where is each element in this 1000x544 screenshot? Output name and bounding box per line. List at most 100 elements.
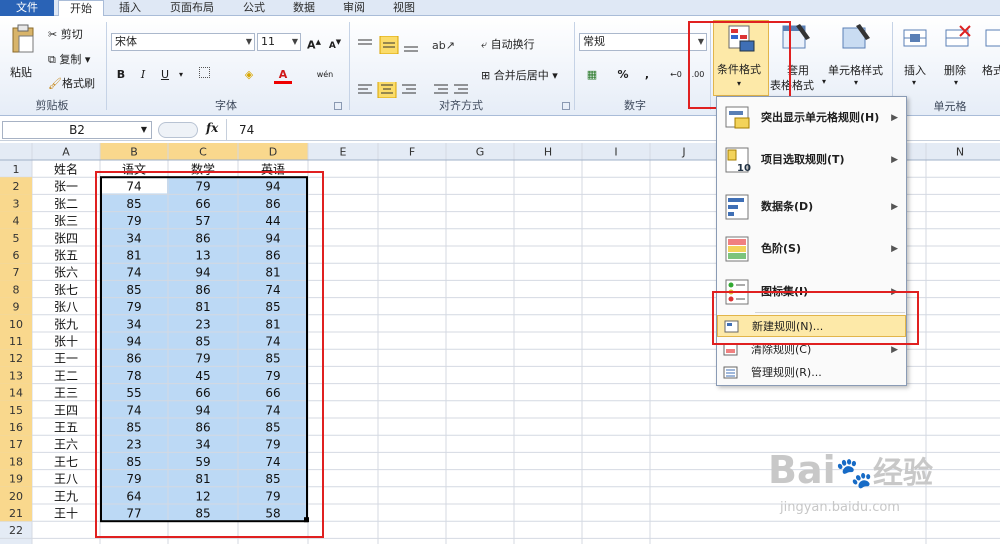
row-header[interactable]: 9 xyxy=(13,301,20,314)
fill-color-button[interactable]: ◈ xyxy=(240,66,258,84)
row-header[interactable]: 22 xyxy=(9,524,23,537)
row-header[interactable]: 4 xyxy=(13,215,20,228)
row-header[interactable]: 8 xyxy=(13,283,20,296)
cell[interactable]: 王四 xyxy=(54,403,78,417)
formula-bar-handle[interactable] xyxy=(158,122,198,138)
row-header[interactable]: 18 xyxy=(9,455,23,468)
group-label-alignment: 对齐方式 xyxy=(439,99,483,112)
row-header[interactable]: 7 xyxy=(13,266,20,279)
row-header[interactable]: 16 xyxy=(9,421,23,434)
row-header[interactable]: 19 xyxy=(9,473,23,486)
row-header[interactable]: 21 xyxy=(9,507,23,520)
cell[interactable]: 王三 xyxy=(54,386,78,400)
cell[interactable]: 王七 xyxy=(54,455,78,469)
chevron-down-icon[interactable]: ▾ xyxy=(172,66,190,84)
cell[interactable]: 张七 xyxy=(54,283,78,297)
horizontal-align-icons[interactable] xyxy=(356,82,472,98)
increase-decimal-button[interactable]: ←0 xyxy=(666,66,686,84)
column-header[interactable]: H xyxy=(544,146,552,159)
bold-button[interactable]: B xyxy=(112,66,130,84)
cell[interactable]: 王一 xyxy=(54,352,78,366)
column-header[interactable]: D xyxy=(269,146,277,159)
row-header[interactable]: 3 xyxy=(13,197,20,210)
row-header[interactable]: 17 xyxy=(9,438,23,451)
column-header[interactable]: C xyxy=(199,146,207,159)
percent-button[interactable]: % xyxy=(614,66,632,84)
format-painter-button[interactable]: 🖌格式刷 xyxy=(48,75,95,91)
cell[interactable]: 王八 xyxy=(54,472,78,486)
column-header[interactable]: G xyxy=(476,146,485,159)
tab-review[interactable]: 审阅 xyxy=(332,0,376,16)
menu-item-data-bars[interactable]: 数据条(D) ▶ xyxy=(717,188,906,226)
tab-page-layout[interactable]: 页面布局 xyxy=(160,0,224,16)
insert-cells-button[interactable]: 插入 ▾ xyxy=(898,20,934,96)
cut-button[interactable]: ✂ 剪切 xyxy=(48,26,83,42)
menu-item-color-scales[interactable]: 色阶(S) ▶ xyxy=(717,230,906,268)
merge-center-button[interactable]: ⊞ 合并后居中 ▾ xyxy=(481,67,558,83)
name-box[interactable]: B2 ▼ xyxy=(2,121,152,139)
row-header[interactable]: 5 xyxy=(13,232,20,245)
accounting-button[interactable]: ▦ xyxy=(583,66,601,84)
row-header[interactable]: 6 xyxy=(13,249,20,262)
cell[interactable]: 张二 xyxy=(54,197,78,211)
cell[interactable]: 王五 xyxy=(54,421,78,435)
borders-button[interactable] xyxy=(195,66,213,84)
dialog-launcher-icon[interactable] xyxy=(562,102,570,110)
cell[interactable]: 张三 xyxy=(54,214,78,228)
paste-button[interactable]: 粘贴 xyxy=(6,20,40,90)
cell[interactable]: 张四 xyxy=(54,231,78,245)
delete-cells-button[interactable]: 删除 ▾ xyxy=(940,20,974,96)
menu-item-highlight-rules[interactable]: 突出显示单元格规则(H) ▶ xyxy=(717,99,906,137)
cell[interactable]: 张九 xyxy=(54,317,78,331)
font-name-combo[interactable]: 宋体 ▼ xyxy=(111,33,255,51)
vertical-align-icons[interactable]: ab↗ xyxy=(356,36,466,54)
menu-item-manage-rules[interactable]: 管理规则(R)... xyxy=(717,362,906,384)
row-header[interactable]: 13 xyxy=(9,369,23,382)
shrink-font-button[interactable]: A▼ xyxy=(326,33,344,51)
font-size-combo[interactable]: 11 ▼ xyxy=(257,33,301,51)
cell[interactable]: 张十 xyxy=(54,335,78,349)
menu-item-top-bottom-rules[interactable]: 10 项目选取规则(T) ▶ xyxy=(717,141,906,179)
italic-button[interactable]: I xyxy=(134,66,152,84)
cell-styles-button[interactable]: 单元格样式 ▾ xyxy=(826,20,888,96)
column-header[interactable]: A xyxy=(62,146,70,159)
column-header[interactable]: B xyxy=(130,146,138,159)
wrap-text-button[interactable]: ⤶ 自动换行 xyxy=(481,36,535,52)
font-color-button[interactable]: A xyxy=(274,66,292,84)
column-header[interactable]: I xyxy=(614,146,617,159)
cell[interactable]: 王九 xyxy=(54,489,78,503)
phonetic-button[interactable]: wén xyxy=(313,66,337,84)
copy-button[interactable]: ⧉ 复制 ▾ xyxy=(48,51,90,67)
tab-file[interactable]: 文件 xyxy=(0,0,54,16)
function-icon[interactable]: fx xyxy=(206,121,218,135)
tab-data[interactable]: 数据 xyxy=(282,0,326,16)
tab-formulas[interactable]: 公式 xyxy=(232,0,276,16)
column-header[interactable]: J xyxy=(681,146,685,159)
cell[interactable]: 王十 xyxy=(54,507,78,521)
row-header[interactable]: 11 xyxy=(9,335,23,348)
row-header[interactable]: 20 xyxy=(9,490,23,503)
row-header[interactable]: 10 xyxy=(9,318,23,331)
cell[interactable]: 姓名 xyxy=(54,162,78,177)
row-header[interactable]: 2 xyxy=(13,180,20,193)
column-header[interactable]: F xyxy=(409,146,415,159)
column-header[interactable]: N xyxy=(956,146,964,159)
row-header[interactable]: 1 xyxy=(13,163,20,176)
tab-home[interactable]: 开始 xyxy=(58,0,104,17)
cell[interactable]: 张六 xyxy=(54,266,78,280)
cell[interactable]: 张一 xyxy=(54,180,78,194)
comma-button[interactable]: , xyxy=(638,66,656,84)
column-header[interactable]: E xyxy=(340,146,347,159)
row-header[interactable]: 15 xyxy=(9,404,23,417)
cell[interactable]: 张五 xyxy=(54,249,78,263)
cell[interactable]: 王六 xyxy=(54,438,78,452)
cell[interactable]: 张八 xyxy=(54,300,78,314)
tab-insert[interactable]: 插入 xyxy=(108,0,152,16)
row-header[interactable]: 14 xyxy=(9,387,23,400)
grow-font-button[interactable]: A▲ xyxy=(305,33,323,52)
cell[interactable]: 王二 xyxy=(54,369,78,383)
format-cells-button[interactable]: 格式 xyxy=(980,20,1000,96)
tab-view[interactable]: 视图 xyxy=(382,0,426,16)
row-header[interactable]: 12 xyxy=(9,352,23,365)
dialog-launcher-icon[interactable] xyxy=(334,102,342,110)
